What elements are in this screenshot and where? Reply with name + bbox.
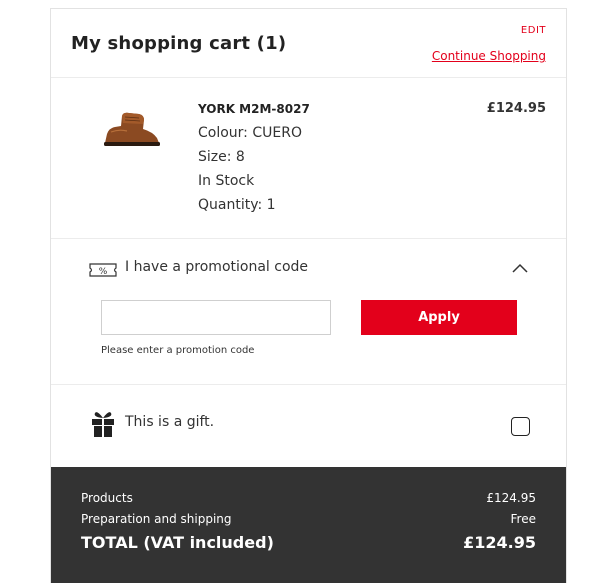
chevron-up-icon[interactable]	[512, 263, 528, 273]
total-label: TOTAL (VAT included)	[81, 533, 274, 552]
continue-shopping-link[interactable]: Continue Shopping	[432, 49, 546, 63]
products-value: £124.95	[486, 491, 536, 505]
order-summary: Products £124.95 Preparation and shippin…	[51, 467, 566, 583]
gift-label: This is a gift.	[125, 414, 215, 430]
promo-hint: Please enter a promotion code	[101, 345, 255, 356]
coupon-icon: %	[89, 263, 117, 277]
gift-checkbox[interactable]	[511, 417, 530, 436]
gift-section: This is a gift.	[51, 385, 566, 467]
promo-section: % I have a promotional code Apply Please…	[51, 239, 566, 385]
cart-item: YORK M2M-8027 £124.95 Colour: CUERO Size…	[51, 78, 566, 239]
summary-products-row: Products £124.95	[81, 491, 536, 505]
promo-code-input[interactable]	[101, 300, 331, 335]
stock-status: In Stock	[198, 173, 255, 189]
product-size: Size: 8	[198, 149, 245, 165]
summary-shipping-row: Preparation and shipping Free	[81, 512, 536, 526]
page-title: My shopping cart (1)	[71, 33, 287, 54]
apply-button[interactable]: Apply	[361, 300, 517, 335]
promo-toggle-label[interactable]: I have a promotional code	[125, 259, 308, 275]
svg-text:%: %	[99, 267, 108, 277]
shopping-cart-panel: My shopping cart (1) EDIT Continue Shopp…	[50, 8, 567, 583]
product-quantity: Quantity: 1	[198, 197, 276, 213]
gift-icon	[92, 412, 114, 437]
summary-total-row: TOTAL (VAT included) £124.95	[81, 533, 536, 552]
product-colour: Colour: CUERO	[198, 125, 302, 141]
edit-link[interactable]: EDIT	[521, 25, 546, 36]
product-image[interactable]	[99, 110, 163, 150]
product-name[interactable]: YORK M2M-8027	[198, 102, 310, 116]
products-label: Products	[81, 491, 133, 505]
shipping-label: Preparation and shipping	[81, 512, 232, 526]
product-price: £124.95	[486, 101, 546, 116]
total-value: £124.95	[463, 533, 536, 552]
cart-header: My shopping cart (1) EDIT Continue Shopp…	[51, 9, 566, 78]
shipping-value: Free	[510, 512, 536, 526]
